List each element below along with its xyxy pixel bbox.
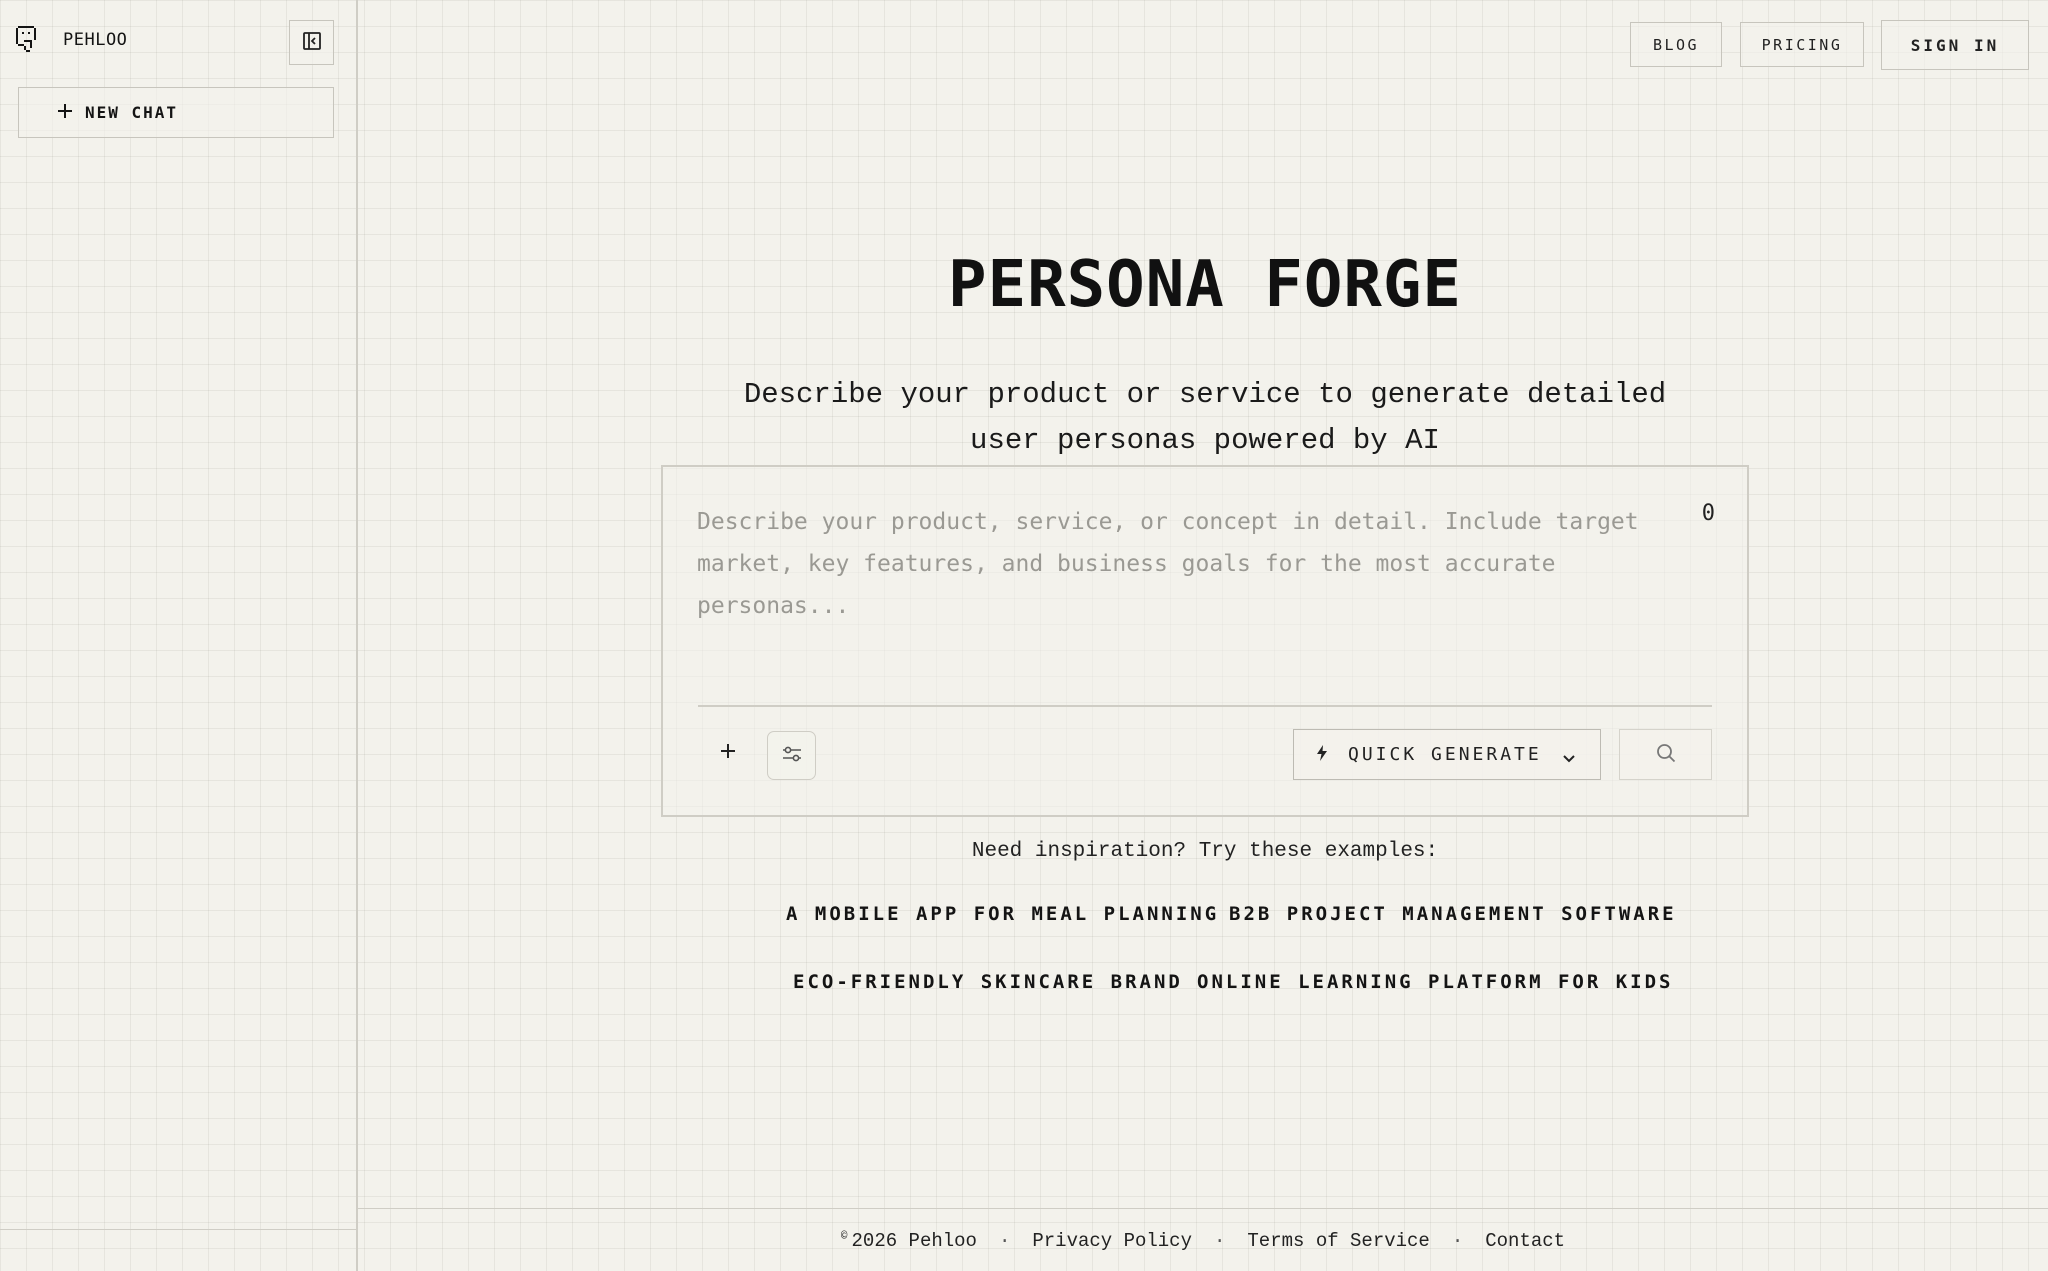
attach-button[interactable]	[708, 731, 748, 771]
privacy-policy-link[interactable]: Privacy Policy	[1032, 1230, 1192, 1252]
sidebar-collapse-button[interactable]	[289, 20, 334, 65]
card-divider	[698, 705, 1712, 707]
footer-separator: ·	[998, 1230, 1011, 1252]
character-count: 0	[1701, 501, 1715, 526]
example-meal-planning[interactable]: A MOBILE APP FOR MEAL PLANNING	[786, 903, 1219, 925]
footer: © 2026 Pehloo · Privacy Policy · Terms of…	[358, 1230, 2048, 1252]
nav-pricing-link[interactable]: PRICING	[1740, 22, 1864, 67]
copyright-symbol: ©	[840, 1230, 848, 1243]
search-icon	[1655, 742, 1677, 768]
sidebar-collapse-icon	[302, 31, 322, 55]
footer-separator: ·	[1451, 1230, 1464, 1252]
copyright: © 2026 Pehloo	[841, 1230, 977, 1252]
lightning-icon	[1316, 744, 1328, 765]
plus-icon	[57, 102, 73, 124]
chevron-down-icon	[1562, 748, 1576, 769]
prompt-input[interactable]	[697, 501, 1657, 661]
example-b2b-project-management[interactable]: B2B PROJECT MANAGEMENT SOFTWARE	[1229, 903, 1677, 925]
mode-label: QUICK GENERATE	[1348, 744, 1542, 765]
search-button[interactable]	[1619, 729, 1712, 780]
example-online-learning-kids[interactable]: ONLINE LEARNING PLATFORM FOR KIDS	[1197, 971, 1674, 993]
pixel-face-icon[interactable]	[16, 26, 38, 52]
sign-in-button[interactable]: SIGN IN	[1881, 20, 2029, 70]
copyright-text: 2026 Pehloo	[851, 1230, 977, 1252]
examples-heading: Need inspiration? Try these examples:	[971, 840, 1439, 863]
example-eco-skincare[interactable]: ECO-FRIENDLY SKINCARE BRAND	[793, 971, 1183, 993]
sliders-icon	[781, 743, 803, 769]
new-chat-button[interactable]: NEW CHAT	[18, 87, 334, 138]
page-subtitle: Describe your product or service to gene…	[700, 372, 1710, 464]
brand-name: PEHLOO	[63, 30, 128, 50]
plus-icon	[720, 736, 736, 766]
subtitle-line-2: user personas powered by AI	[970, 424, 1440, 457]
new-chat-label: NEW CHAT	[85, 103, 179, 122]
nav-blog-link[interactable]: BLOG	[1630, 22, 1722, 67]
subtitle-line-1: Describe your product or service to gene…	[743, 378, 1667, 411]
contact-link[interactable]: Contact	[1485, 1230, 1565, 1252]
footer-divider	[358, 1208, 2048, 1209]
sidebar: PEHLOO NEW CHAT	[0, 0, 358, 1271]
footer-separator: ·	[1214, 1230, 1226, 1252]
page-title: PERSONA FORGE	[948, 248, 1462, 322]
prompt-card: 0 QUICK GENERATE	[661, 465, 1749, 817]
settings-button[interactable]	[767, 731, 816, 780]
mode-dropdown[interactable]: QUICK GENERATE	[1293, 729, 1601, 780]
sidebar-divider	[0, 1229, 356, 1230]
terms-of-service-link[interactable]: Terms of Service	[1247, 1230, 1429, 1252]
